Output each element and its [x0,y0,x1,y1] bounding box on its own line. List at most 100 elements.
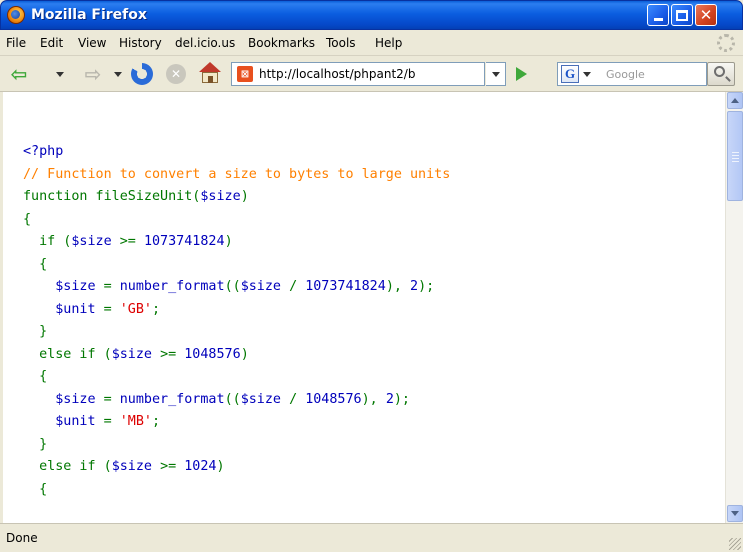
code-token: 1048576 [184,346,241,362]
menu-file[interactable]: File [6,36,26,50]
code-token: $size [240,279,290,294]
scroll-up-button[interactable] [727,92,743,109]
code-token: = [103,301,120,317]
content-area-top [3,92,725,123]
back-arrow-icon[interactable]: ⇦ [8,64,30,84]
code-token: ) [240,346,249,362]
code-token: ; [152,301,161,317]
url-text[interactable]: http://localhost/phpant2/b [259,67,481,81]
code-token: $size [111,459,161,474]
menu-delicious[interactable]: del.icio.us [175,36,235,50]
code-token: >= [160,459,185,474]
title-bar[interactable]: Mozilla Firefox ✕ [0,0,743,30]
code-line: // Function to convert a size to bytes t… [23,164,450,187]
go-icon[interactable] [516,67,527,81]
code-line: } [23,434,450,457]
firefox-icon [7,6,25,24]
code-line: { [23,254,450,277]
code-line: else if ($size >= 1024) [23,456,450,479]
code-token: = [103,279,120,294]
code-token: { [23,211,32,227]
code-token: $size [23,279,104,294]
menu-bookmarks[interactable]: Bookmarks [248,36,315,50]
code-token: $size [71,234,120,249]
code-line: if ($size >= 1073741824) [23,231,450,254]
code-token: { [23,369,48,384]
code-token: } [23,436,48,452]
minimize-icon [653,17,663,21]
code-line: function fileSizeUnit($size) [23,186,450,209]
code-token: >= [160,346,185,362]
stop-icon[interactable]: ✕ [166,64,186,84]
code-line: } [23,321,450,344]
scroll-up-icon [731,98,739,103]
resize-grip-icon[interactable] [729,538,741,550]
search-bar[interactable]: G Google [557,62,707,86]
code-token: $size [240,391,290,407]
maximize-button[interactable] [671,4,693,26]
code-line: else if ($size >= 1048576) [23,344,450,367]
code-token: else if ( [23,346,112,362]
menu-history[interactable]: History [119,36,162,50]
code-token: ), [361,391,386,407]
code-line: <?php [23,141,450,164]
code-token: ) [224,234,233,249]
code-token: number_format [119,391,225,407]
scrollbar-thumb[interactable] [727,111,743,201]
code-token: = [103,414,120,429]
home-icon[interactable] [198,62,222,86]
url-bar[interactable]: ⊠ http://localhost/phpant2/b [231,62,485,86]
menu-tools[interactable]: Tools [326,36,356,50]
code-token: / [289,279,306,294]
url-history-dropdown[interactable] [486,62,506,86]
code-token: 1073741824 [143,234,225,249]
code-line: $size = number_format(($size / 1048576),… [23,389,450,412]
code-line: { [23,479,450,502]
code-token: else if ( [23,459,112,474]
vertical-scrollbar[interactable] [725,92,743,523]
reload-icon[interactable] [131,63,153,85]
status-text: Done [6,531,38,545]
code-token: >= [119,234,144,249]
code-line: $size = number_format(($size / 107374182… [23,276,450,299]
search-button[interactable] [707,62,735,86]
forward-history-dropdown-icon[interactable] [114,72,122,77]
code-token: $unit [23,414,104,429]
search-placeholder[interactable]: Google [606,68,645,81]
status-bar: Done [0,523,743,552]
code-token: { [23,481,48,497]
code-line: $unit = 'MB'; [23,411,450,434]
code-token: 2 [385,391,394,407]
throbber-icon [717,34,735,52]
menu-help[interactable]: Help [375,36,402,50]
code-token: <?php [23,144,64,159]
code-token: $size [111,346,161,362]
search-engine-dropdown-icon[interactable] [583,72,591,77]
google-engine-icon[interactable]: G [561,65,579,83]
code-token: function fileSizeUnit( [23,189,201,204]
code-token: $unit [23,301,104,317]
code-token: 1024 [184,459,217,474]
back-history-dropdown-icon[interactable] [56,72,64,77]
code-token: // Function to convert a size to bytes t… [23,166,451,182]
close-icon: ✕ [699,6,713,24]
code-token: ) [240,189,249,204]
close-button[interactable]: ✕ [695,4,717,26]
scroll-down-button[interactable] [727,505,743,522]
window-title: Mozilla Firefox [31,7,147,23]
code-token: ), [385,279,410,294]
forward-arrow-icon[interactable]: ⇨ [82,64,104,84]
code-token: 'GB' [119,301,152,317]
chevron-down-icon [492,72,500,77]
menu-bar: File Edit View History del.icio.us Bookm… [0,30,743,56]
menu-view[interactable]: View [78,36,106,50]
navigation-toolbar: ⇦ ⇨ ✕ ⊠ http://localhost/phpant2/b G Goo… [0,56,743,92]
php-source-code: <?php // Function to convert a size to by… [23,141,450,501]
code-token: if ( [23,234,72,249]
code-token: 1073741824 [305,279,386,294]
maximize-icon [676,9,688,21]
code-token: 2 [410,279,419,294]
code-token: $size [23,391,104,407]
minimize-button[interactable] [647,4,669,26]
menu-edit[interactable]: Edit [40,36,63,50]
